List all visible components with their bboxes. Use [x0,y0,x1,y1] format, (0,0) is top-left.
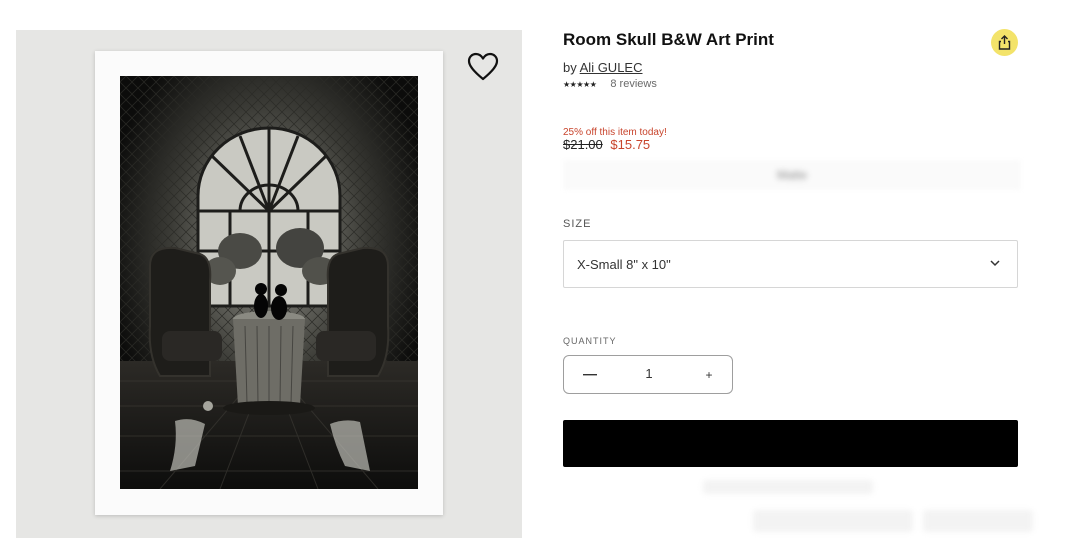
finish-option-label: Matte [776,168,807,182]
heart-icon [467,52,499,81]
blurred-details [563,470,1033,550]
byline: by Ali GULEC [563,60,643,75]
favorite-button[interactable] [466,50,500,84]
quantity-label: QUANTITY [563,336,617,346]
minus-icon [583,374,597,376]
original-price: $21.00 [563,137,603,152]
share-icon [998,35,1011,50]
quantity-stepper: 1 + [563,355,733,394]
finish-option[interactable]: Matte [563,160,1021,190]
quantity-value[interactable]: 1 [634,366,664,381]
reviews-count[interactable]: 8 reviews [610,78,656,90]
artist-link[interactable]: Ali GULEC [580,60,643,75]
sale-price: $15.75 [610,137,651,152]
quantity-increase-button[interactable]: + [702,365,716,385]
print-frame [95,51,443,515]
add-to-cart-button[interactable] [563,420,1018,467]
artwork-image[interactable] [120,76,418,489]
chevron-down-icon [990,260,1000,267]
quantity-decrease-button[interactable] [582,365,598,385]
star-rating-icon: ★★★★★ [563,79,597,89]
product-image-panel [16,30,522,538]
by-label: by [563,60,577,75]
product-info: Room Skull B&W Art Print by Ali GULEC ★★… [563,0,1033,559]
price: $21.00 $15.75 [563,137,650,152]
size-label: SIZE [563,218,592,230]
share-button[interactable] [991,29,1018,56]
product-title: Room Skull B&W Art Print [563,30,774,49]
size-selected-value: X-Small 8" x 10" [577,256,671,272]
artwork-svg [120,76,418,489]
size-select[interactable]: X-Small 8" x 10" [563,240,1018,288]
rating[interactable]: ★★★★★ 8 reviews [563,78,657,90]
